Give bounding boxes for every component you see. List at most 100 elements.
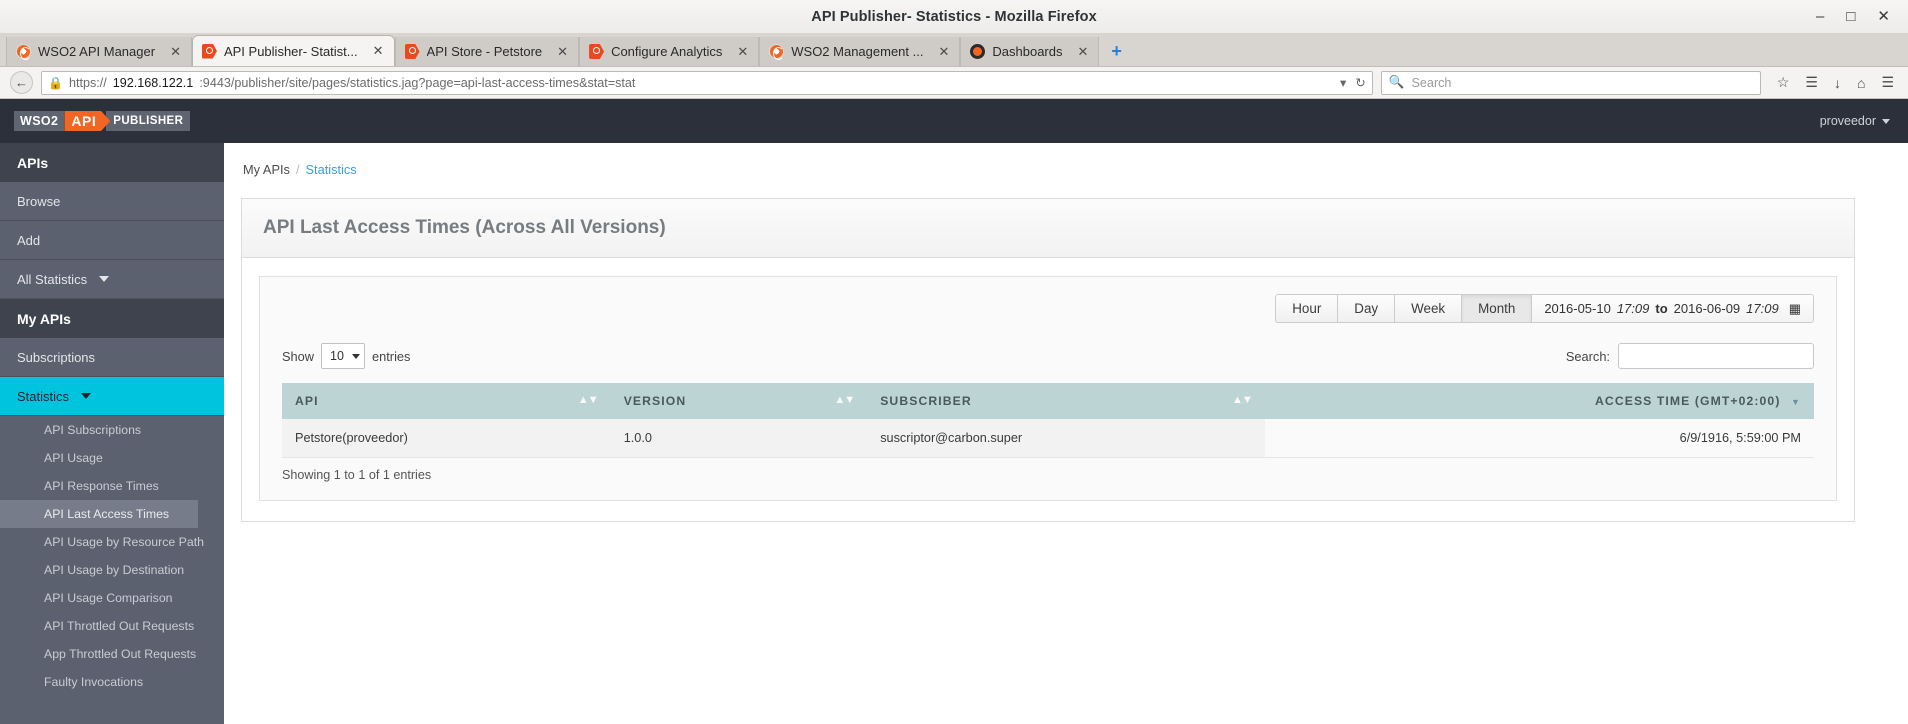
date-range-to-date: 2016-06-09 — [1673, 301, 1741, 316]
close-tab-icon[interactable]: ✕ — [170, 44, 181, 60]
sidebar-item-all-statistics[interactable]: All Statistics — [0, 260, 224, 299]
chevron-down-icon — [81, 393, 92, 399]
breadcrumb-root: My APIs — [243, 162, 290, 177]
browser-tab-dashboards[interactable]: Dashboards ✕ — [960, 37, 1100, 66]
chevron-down-icon[interactable]: ▾ — [1340, 75, 1346, 90]
browser-tab-wso2-management[interactable]: WSO2 Management ... ✕ — [759, 37, 961, 66]
lock-icon: 🔒 — [48, 75, 63, 90]
url-host: 192.168.122.1 — [112, 75, 194, 90]
sidebar-item-browse[interactable]: Browse — [0, 182, 224, 221]
sidebar-subitem-api-usage-by-destination[interactable]: API Usage by Destination — [0, 556, 224, 584]
close-tab-icon[interactable]: ✕ — [557, 44, 568, 60]
statistics-panel: API Last Access Times (Across All Versio… — [241, 198, 1855, 522]
sidebar-subitem-label: API Subscriptions — [44, 423, 142, 437]
sidebar-subitem-label: API Response Times — [44, 479, 159, 493]
menu-icon[interactable]: ☰ — [1881, 74, 1894, 91]
chevron-down-icon — [352, 353, 361, 359]
sidebar-subitem-api-last-access-times[interactable]: API Last Access Times — [0, 500, 198, 528]
downloads-icon[interactable]: ↓ — [1834, 75, 1841, 91]
sidebar-subitem-api-usage[interactable]: API Usage — [0, 444, 224, 472]
period-month-button[interactable]: Month — [1461, 294, 1532, 323]
browser-tab-api-publisher-statistics[interactable]: API Publisher- Statist... ✕ — [191, 35, 395, 66]
window-controls: – □ ✕ — [1816, 9, 1908, 24]
period-toolbar: Hour Day Week Month 2016-05-10 17:09 to — [260, 277, 1836, 333]
column-label: ACCESS TIME (GMT+02:00) — [1595, 394, 1781, 408]
breadcrumb: My APIs / Statistics — [224, 143, 1908, 177]
sidebar-subitem-api-response-times[interactable]: API Response Times — [0, 472, 224, 500]
url-address-bar[interactable]: 🔒 https:// 192.168.122.1 :9443/publisher/s… — [41, 70, 1373, 95]
sidebar-subitem-api-usage-comparison[interactable]: API Usage Comparison — [0, 584, 224, 612]
bookmark-star-icon[interactable]: ☆ — [1777, 74, 1790, 91]
url-path: :9443/publisher/site/pages/statistics.ja… — [199, 75, 636, 90]
page-length-value: 10 — [330, 349, 344, 363]
sidebar-subitem-label: Faulty Invocations — [44, 675, 144, 689]
page-length-select[interactable]: 10 — [321, 343, 366, 369]
date-range-picker[interactable]: 2016-05-10 17:09 to 2016-06-09 17:09 ▦ — [1531, 294, 1814, 323]
reload-icon[interactable]: ↻ — [1355, 75, 1366, 90]
sidebar-item-subscriptions[interactable]: Subscriptions — [0, 338, 224, 377]
date-range-from-time: 17:09 — [1616, 301, 1650, 316]
toolbar-icons: ☆ ☰ ↓ ⌂ ☰ — [1769, 74, 1898, 91]
cell-access-time: 6/9/1916, 5:59:00 PM — [1264, 419, 1814, 458]
column-header-subscriber[interactable]: SUBSCRIBER ▲▼ — [867, 383, 1265, 419]
sort-desc-icon: ▼ — [1790, 397, 1801, 407]
home-icon[interactable]: ⌂ — [1857, 75, 1865, 91]
browser-tab-api-store-petstore[interactable]: API Store - Petstore ✕ — [394, 37, 580, 66]
close-tab-icon[interactable]: ✕ — [737, 44, 748, 60]
sidebar-subitem-api-throttled-out-requests[interactable]: API Throttled Out Requests — [0, 612, 224, 640]
logo-publisher-text: PUBLISHER — [106, 111, 191, 131]
browser-tab-configure-analytics[interactable]: Configure Analytics ✕ — [579, 37, 760, 66]
minimize-button[interactable]: – — [1816, 9, 1824, 24]
sidebar-subitem-api-subscriptions[interactable]: API Subscriptions — [0, 416, 224, 444]
column-header-access-time[interactable]: ACCESS TIME (GMT+02:00) ▼ — [1264, 383, 1814, 419]
table-head: API ▲▼ VERSION ▲▼ SUBSCRIBER ▲▼ ACCESS T… — [282, 383, 1814, 419]
wso2-api-publisher-logo[interactable]: WSO2 API PUBLISHER — [14, 110, 191, 133]
cell-subscriber: suscriptor@carbon.super — [867, 419, 1265, 458]
sidebar-item-statistics[interactable]: Statistics — [0, 377, 224, 416]
entries-label: entries — [372, 348, 411, 364]
sidebar-subitem-faulty-invocations[interactable]: Faulty Invocations — [0, 668, 224, 696]
chevron-down-icon — [99, 276, 110, 282]
last-access-times-table: API ▲▼ VERSION ▲▼ SUBSCRIBER ▲▼ ACCESS T… — [282, 383, 1814, 458]
browser-search-input[interactable]: 🔍 Search — [1380, 70, 1761, 95]
tab-strip: WSO2 API Manager ✕ API Publisher- Statis… — [0, 34, 1908, 67]
page-body: APIs Browse Add All Statistics My APIs S… — [0, 143, 1908, 724]
sidebar-subitem-api-usage-by-resource-path[interactable]: API Usage by Resource Path — [0, 528, 224, 556]
maximize-button[interactable]: □ — [1846, 9, 1855, 24]
navigation-toolbar: ← 🔒 https:// 192.168.122.1 :9443/publisher… — [0, 67, 1908, 99]
library-icon[interactable]: ☰ — [1805, 74, 1818, 91]
tab-label: API Publisher- Statist... — [223, 43, 358, 59]
url-scheme: https:// — [68, 75, 107, 90]
table-info: Showing 1 to 1 of 1 entries — [282, 468, 432, 482]
sidebar-subitem-label: API Usage Comparison — [44, 591, 173, 605]
close-tab-icon[interactable]: ✕ — [1078, 44, 1089, 60]
sidebar-subitem-label: API Usage by Destination — [44, 563, 185, 577]
back-arrow-icon[interactable]: ← — [10, 71, 33, 94]
close-tab-icon[interactable]: ✕ — [373, 43, 384, 59]
close-tab-icon[interactable]: ✕ — [938, 44, 949, 60]
sidebar-subitem-label: API Throttled Out Requests — [44, 619, 195, 633]
breadcrumb-statistics-link[interactable]: Statistics — [306, 162, 357, 177]
period-button-group: Hour Day Week Month — [1275, 294, 1532, 323]
date-range-to-word: to — [1655, 301, 1668, 316]
period-day-button[interactable]: Day — [1337, 294, 1395, 323]
panel-body: Hour Day Week Month 2016-05-10 17:09 to — [242, 258, 1854, 521]
calendar-icon[interactable]: ▦ — [1789, 301, 1801, 317]
period-hour-button[interactable]: Hour — [1275, 294, 1338, 323]
user-name: proveedor — [1819, 114, 1876, 128]
main-content: My APIs / Statistics API Last Access Tim… — [224, 143, 1908, 724]
column-header-version[interactable]: VERSION ▲▼ — [610, 383, 868, 419]
sidebar-subitem-app-throttled-out-requests[interactable]: App Throttled Out Requests — [0, 640, 224, 668]
browser-tab-wso2-api-manager[interactable]: WSO2 API Manager ✕ — [6, 37, 192, 66]
user-menu[interactable]: proveedor — [1820, 114, 1890, 128]
table-search-input[interactable] — [1618, 343, 1814, 369]
datatable-wrapper: Show 10 entries Search: API ▲▼ VERSION ▲… — [260, 333, 1836, 500]
cell-version: 1.0.0 — [610, 419, 868, 458]
column-header-api[interactable]: API ▲▼ — [282, 383, 611, 419]
new-tab-button[interactable]: + — [1099, 37, 1134, 66]
sidebar-item-add[interactable]: Add — [0, 221, 224, 260]
tab-label: Dashboards — [992, 44, 1063, 59]
period-week-button[interactable]: Week — [1394, 294, 1462, 323]
api-store-favicon-icon — [404, 44, 420, 59]
close-window-button[interactable]: ✕ — [1877, 9, 1890, 24]
